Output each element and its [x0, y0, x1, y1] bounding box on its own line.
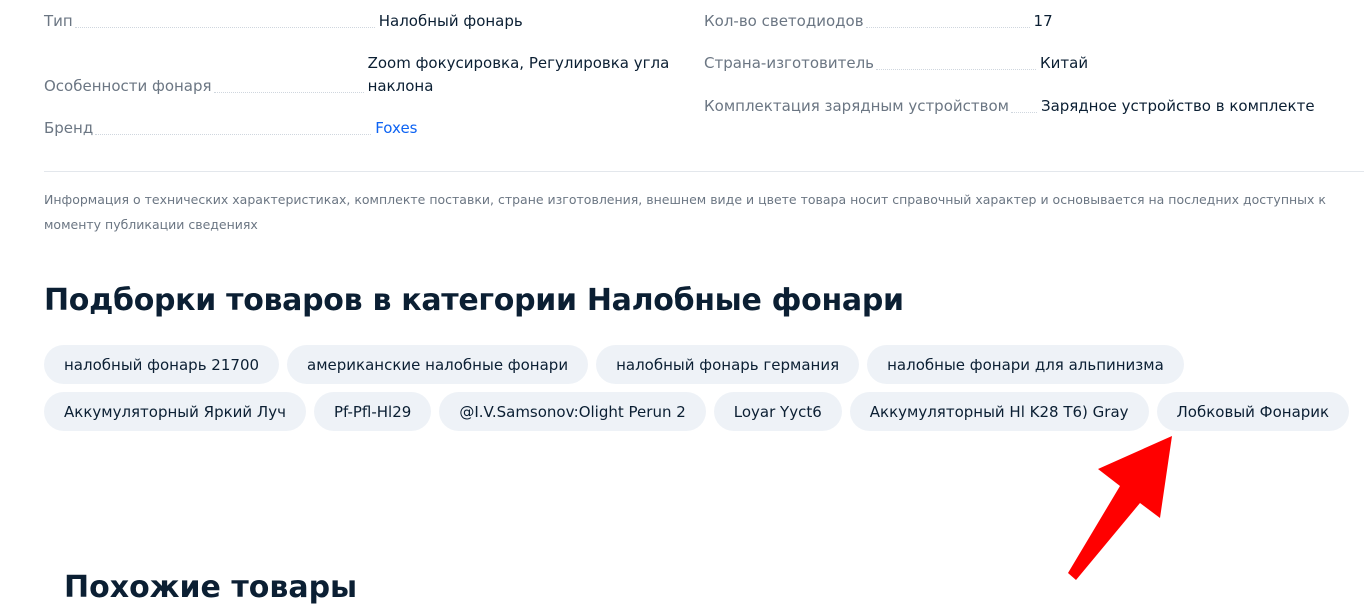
red-arrow-annotation-icon [1068, 436, 1172, 580]
